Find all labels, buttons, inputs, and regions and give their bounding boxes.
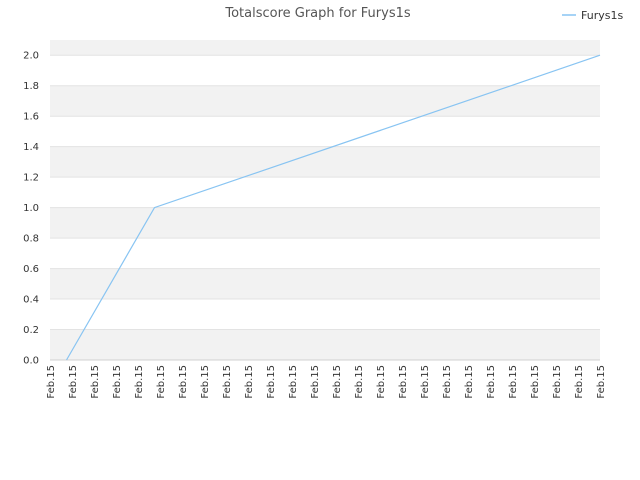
plot-band [50, 146, 600, 178]
x-tick-label: Feb.15 [266, 365, 277, 399]
x-tick-label: Feb.15 [200, 365, 211, 399]
y-tick-labels: 0.0 0.2 0.4 0.6 0.8 1.0 1.2 1.4 1.6 1.8 2.0 [23, 51, 39, 367]
plot-band [50, 268, 600, 300]
x-tick-label: Feb.15 [90, 365, 101, 399]
y-tick-label: 2.0 [23, 51, 39, 62]
x-tick-label: Feb.15 [354, 365, 365, 399]
x-tick-label: Feb.15 [310, 365, 321, 399]
x-tick-label: Feb.15 [398, 365, 409, 399]
x-tick-label: Feb.15 [552, 365, 563, 399]
plot-band [50, 238, 600, 269]
x-tick-label: Feb.15 [486, 365, 497, 399]
x-tick-label: Feb.15 [134, 365, 145, 399]
y-tick-label: 0.6 [23, 264, 39, 275]
x-tick-label: Feb.15 [508, 365, 519, 399]
line-chart: 0.0 0.2 0.4 0.6 0.8 1.0 1.2 1.4 1.6 1.8 2.0 Feb.15… [23, 6, 623, 399]
x-tick-label: Feb.15 [332, 365, 343, 399]
y-tick-label: 0.2 [23, 325, 39, 336]
y-tick-label: 0.4 [23, 295, 39, 306]
plot-band [50, 55, 600, 86]
plot-band [50, 85, 600, 117]
plot-band [50, 207, 600, 239]
chart-title: Totalscore Graph for Furys1s [224, 6, 411, 21]
x-tick-label: Feb.15 [156, 365, 167, 399]
x-tick-label: Feb.15 [112, 365, 123, 399]
plot-band [50, 177, 600, 208]
y-tick-label: 1.0 [23, 203, 39, 214]
x-tick-label: Feb.15 [574, 365, 585, 399]
x-tick-label: Feb.15 [596, 365, 607, 399]
x-tick-label: Feb.15 [68, 365, 79, 399]
x-tick-label: Feb.15 [420, 365, 431, 399]
y-tick-label: 0.8 [23, 234, 39, 245]
y-tick-label: 1.8 [23, 81, 39, 92]
plot-background-bands [50, 40, 600, 360]
y-tick-label: 1.4 [23, 142, 39, 153]
x-tick-labels: Feb.15 Feb.15 Feb.15 Feb.15 Feb.15 Feb.15 Feb.… [46, 365, 607, 399]
plot-band [50, 329, 600, 360]
plot-band [50, 116, 600, 147]
x-tick-label: Feb.15 [244, 365, 255, 399]
y-tick-label: 1.6 [23, 112, 39, 123]
legend: Furys1s [562, 9, 623, 22]
x-tick-label: Feb.15 [222, 365, 233, 399]
x-tick-label: Feb.15 [442, 365, 453, 399]
x-tick-label: Feb.15 [178, 365, 189, 399]
x-tick-label: Feb.15 [530, 365, 541, 399]
x-tick-label: Feb.15 [288, 365, 299, 399]
y-tick-label: 0.0 [23, 356, 39, 367]
plot-band [50, 299, 600, 330]
x-tick-label: Feb.15 [464, 365, 475, 399]
plot-band [50, 40, 600, 56]
y-tick-label: 1.2 [23, 173, 39, 184]
x-tick-label: Feb.15 [376, 365, 387, 399]
x-tick-label: Feb.15 [46, 365, 57, 399]
legend-label: Furys1s [581, 9, 623, 22]
